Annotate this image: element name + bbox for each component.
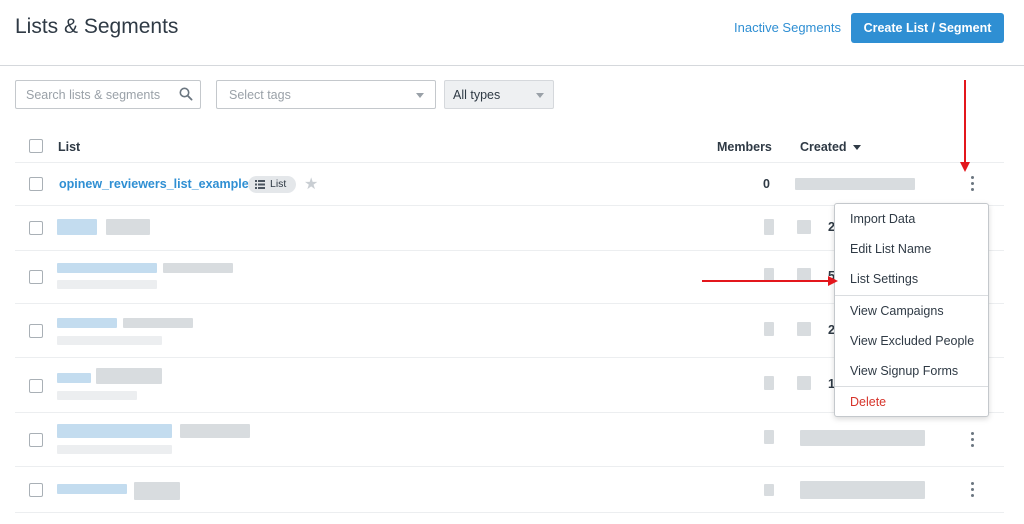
list-name-link[interactable]: opinew_reviewers_list_example: [59, 177, 249, 191]
kebab-menu-icon[interactable]: [971, 482, 975, 498]
badge-redacted: [180, 424, 250, 438]
search-box[interactable]: [15, 80, 201, 109]
row-checkbox[interactable]: [29, 221, 43, 235]
row-divider: [15, 512, 1004, 513]
list-name-redacted[interactable]: [57, 318, 117, 328]
row-checkbox[interactable]: [29, 483, 43, 497]
menu-item-view-campaigns[interactable]: View Campaigns: [850, 304, 944, 318]
kebab-menu-icon[interactable]: [971, 432, 975, 448]
badge-redacted: [123, 318, 193, 328]
members-redacted: [764, 219, 774, 235]
search-icon: [179, 87, 193, 101]
menu-item-import-data[interactable]: Import Data: [850, 212, 915, 226]
select-all-checkbox[interactable]: [29, 139, 43, 153]
column-header-created-label: Created: [800, 140, 847, 154]
menu-item-view-signup-forms[interactable]: View Signup Forms: [850, 364, 958, 378]
created-redacted: [797, 322, 811, 336]
badge-redacted: [106, 219, 150, 235]
menu-item-edit-list-name[interactable]: Edit List Name: [850, 242, 931, 256]
badge-redacted: [163, 263, 233, 273]
row-divider: [15, 466, 1004, 467]
list-name-redacted[interactable]: [57, 263, 157, 273]
list-meta-redacted: [57, 391, 137, 400]
chevron-down-icon: [536, 93, 544, 98]
list-meta-redacted: [57, 280, 157, 289]
annotation-arrow-down: [960, 80, 970, 172]
inactive-segments-link[interactable]: Inactive Segments: [734, 20, 841, 35]
create-list-segment-button[interactable]: Create List / Segment: [851, 13, 1004, 43]
menu-divider: [835, 295, 988, 296]
created-redacted: [797, 220, 811, 234]
list-icon: [255, 180, 265, 189]
tags-select-placeholder: Select tags: [229, 88, 291, 102]
members-redacted: [764, 484, 774, 496]
members-redacted: [764, 430, 774, 444]
tags-select[interactable]: Select tags: [216, 80, 436, 109]
members-redacted: [764, 376, 774, 390]
menu-item-list-settings[interactable]: List Settings: [850, 272, 918, 286]
sort-desc-icon: [852, 145, 861, 151]
list-name-redacted[interactable]: [57, 373, 91, 383]
column-header-members[interactable]: Members: [717, 140, 772, 154]
members-count: 0: [763, 177, 770, 191]
members-redacted: [764, 322, 774, 336]
created-redacted: [797, 376, 811, 390]
list-badge-label: List: [270, 178, 287, 190]
list-type-badge: List: [248, 176, 296, 193]
list-name-redacted[interactable]: [57, 484, 127, 494]
page-title: Lists & Segments: [15, 15, 179, 38]
column-header-list: List: [58, 140, 81, 154]
created-date-redacted: [795, 178, 915, 190]
list-meta-redacted: [57, 336, 162, 345]
menu-divider: [835, 386, 988, 387]
row-divider: [15, 162, 1004, 163]
badge-redacted: [96, 368, 162, 384]
search-input[interactable]: [16, 81, 176, 108]
list-meta-redacted: [57, 445, 172, 454]
row-checkbox[interactable]: [29, 433, 43, 447]
type-select[interactable]: All types: [444, 80, 554, 109]
list-name-redacted[interactable]: [57, 219, 97, 235]
created-redacted: [797, 268, 811, 282]
page-header: Lists & Segments Inactive Segments Creat…: [0, 0, 1024, 66]
star-icon[interactable]: ★: [304, 174, 318, 194]
kebab-menu-icon[interactable]: [971, 176, 975, 192]
menu-item-view-excluded-people[interactable]: View Excluded People: [850, 334, 974, 348]
row-checkbox[interactable]: [29, 177, 43, 191]
row-context-menu: Import Data Edit List Name List Settings…: [834, 203, 989, 417]
type-select-value: All types: [453, 88, 501, 102]
list-name-redacted[interactable]: [57, 424, 172, 438]
menu-item-delete[interactable]: Delete: [850, 395, 886, 409]
row-checkbox[interactable]: [29, 379, 43, 393]
created-date-redacted: [800, 481, 925, 499]
row-checkbox[interactable]: [29, 324, 43, 338]
chevron-down-icon: [416, 93, 424, 98]
column-header-created[interactable]: Created: [800, 140, 861, 154]
badge-redacted: [134, 482, 180, 500]
row-checkbox[interactable]: [29, 270, 43, 284]
created-date-redacted: [800, 430, 925, 446]
members-redacted: [764, 268, 774, 282]
